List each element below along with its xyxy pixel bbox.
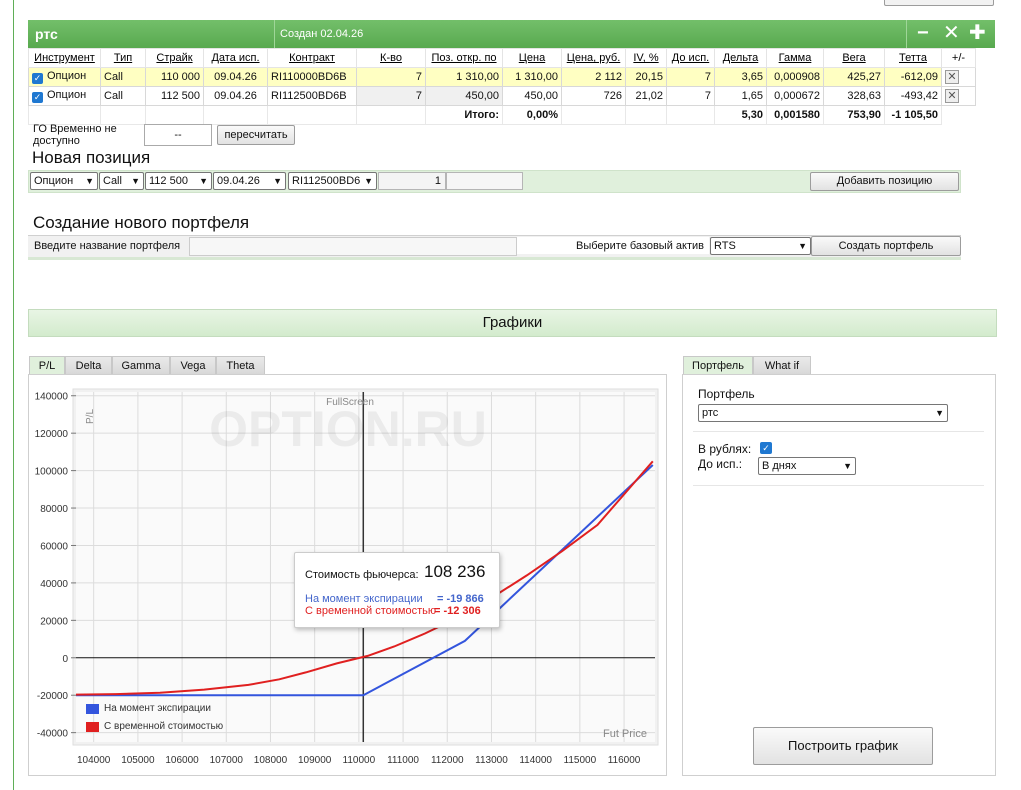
y-tick-label: 140000 bbox=[35, 392, 69, 403]
right-panel: Портфель ртс ▼ В рублях: ✓ До исп.: В дня… bbox=[682, 374, 996, 776]
tooltip-price-label: Стоимость фьючерса: bbox=[305, 569, 419, 581]
x-tick-label: 111000 bbox=[387, 755, 419, 766]
y-tick-label: -40000 bbox=[37, 729, 69, 740]
x-tick-label: 113000 bbox=[475, 755, 508, 766]
rub-label: В рублях: bbox=[698, 442, 752, 456]
y-tick-label: -20000 bbox=[37, 691, 69, 702]
days-select-value: В днях bbox=[762, 460, 797, 472]
x-axis-label: Fut Price bbox=[603, 728, 647, 740]
x-tick-label: 115000 bbox=[564, 755, 597, 766]
tooltip-exp-label: На момент экспирации bbox=[305, 593, 423, 605]
portfolio-select-value: ртс bbox=[702, 407, 719, 419]
tooltip-time-label: С временной стоимостью bbox=[305, 605, 437, 617]
tooltip-exp-value: = -19 866 bbox=[437, 593, 484, 605]
divider bbox=[693, 431, 984, 432]
days-select[interactable]: В днях ▼ bbox=[758, 457, 856, 475]
chevron-down-icon: ▼ bbox=[935, 408, 944, 418]
chart-tooltip: Стоимость фьючерса: 108 236 На момент эк… bbox=[294, 552, 500, 628]
legend-label: На момент экспирации bbox=[104, 703, 211, 714]
chevron-down-icon: ▼ bbox=[843, 461, 852, 471]
y-tick-label: 20000 bbox=[40, 616, 68, 627]
portfolio-select[interactable]: ртс ▼ bbox=[698, 404, 948, 422]
x-tick-label: 108000 bbox=[254, 755, 288, 766]
tooltip-price: 108 236 bbox=[424, 562, 486, 581]
y-tick-label: 60000 bbox=[40, 541, 68, 552]
tooltip-time-value: = -12 306 bbox=[434, 605, 481, 617]
rub-checkbox-icon[interactable]: ✓ bbox=[760, 442, 772, 454]
legend-swatch bbox=[86, 722, 99, 732]
x-tick-label: 114000 bbox=[519, 755, 552, 766]
legend-label: С временной стоимостью bbox=[104, 721, 224, 732]
fullscreen-link[interactable]: FullScreen bbox=[326, 397, 374, 408]
y-tick-label: 80000 bbox=[40, 504, 68, 515]
y-tick-label: 120000 bbox=[35, 429, 69, 440]
y-tick-label: 0 bbox=[62, 654, 68, 665]
watermark: OPTION.RU bbox=[209, 401, 487, 457]
divider bbox=[693, 485, 984, 486]
y-tick-label: 100000 bbox=[35, 467, 69, 478]
legend-item[interactable]: С временной стоимостью bbox=[82, 718, 223, 736]
legend-item[interactable]: На момент экспирации bbox=[82, 700, 223, 718]
x-tick-label: 105000 bbox=[121, 755, 155, 766]
portfolio-select-label: Портфель bbox=[698, 387, 755, 401]
y-axis-label: P/L bbox=[85, 409, 96, 424]
x-tick-label: 116000 bbox=[608, 755, 641, 766]
x-tick-label: 107000 bbox=[210, 755, 244, 766]
legend-swatch bbox=[86, 704, 99, 714]
x-tick-label: 110000 bbox=[343, 755, 376, 766]
x-tick-label: 104000 bbox=[77, 755, 111, 766]
x-tick-label: 112000 bbox=[431, 755, 464, 766]
y-tick-label: 40000 bbox=[40, 579, 68, 590]
x-tick-label: 106000 bbox=[165, 755, 199, 766]
days-label: До исп.: bbox=[698, 457, 743, 471]
build-chart-button[interactable]: Построить график bbox=[753, 727, 933, 765]
chart-legend: На момент экспирации С временной стоимос… bbox=[82, 700, 223, 736]
x-tick-label: 109000 bbox=[298, 755, 332, 766]
